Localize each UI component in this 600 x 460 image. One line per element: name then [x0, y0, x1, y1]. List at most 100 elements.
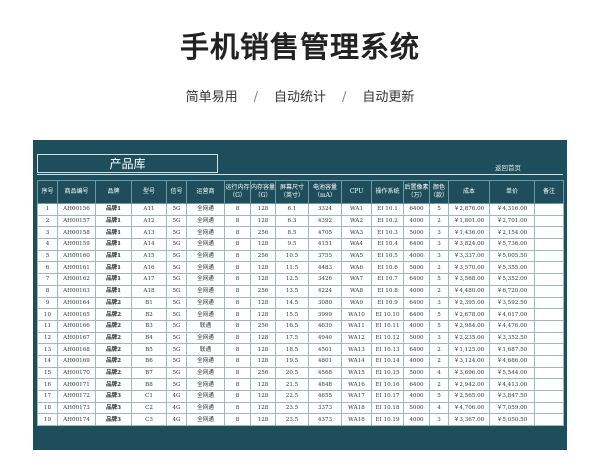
- table-cell[interactable]: 8: [224, 354, 251, 368]
- table-cell[interactable]: [534, 354, 564, 368]
- table-cell[interactable]: 5G: [166, 343, 187, 356]
- table-cell[interactable]: 6400: [403, 343, 430, 356]
- table-cell[interactable]: EI 10.7: [371, 273, 404, 286]
- table-cell[interactable]: A15: [131, 249, 167, 263]
- table-cell[interactable]: ￥3,570.00: [448, 261, 490, 275]
- table-cell[interactable]: WA15: [341, 366, 372, 380]
- table-cell[interactable]: 4483: [308, 261, 342, 275]
- table-cell[interactable]: 全网通: [186, 238, 225, 251]
- table-cell[interactable]: ￥6,720.00: [489, 284, 535, 298]
- table-cell[interactable]: 10: [37, 308, 58, 321]
- table-cell[interactable]: 5G: [166, 308, 187, 321]
- table-cell[interactable]: EI 10.16: [371, 378, 404, 391]
- table-cell[interactable]: EI 10.3: [371, 226, 404, 240]
- table-cell[interactable]: 全网通: [186, 354, 225, 368]
- table-cell[interactable]: 全网通: [186, 284, 225, 298]
- table-cell[interactable]: ￥3,568.00: [448, 273, 490, 286]
- table-cell[interactable]: 128: [250, 401, 276, 415]
- table-cell[interactable]: 品牌2: [95, 354, 132, 368]
- table-cell[interactable]: 1: [37, 203, 58, 216]
- table-cell[interactable]: EI 10.18: [371, 401, 404, 415]
- table-cell[interactable]: [534, 319, 564, 333]
- table-cell[interactable]: 8: [224, 261, 251, 275]
- table-cell[interactable]: 8: [37, 284, 58, 298]
- table-cell[interactable]: 5000: [403, 331, 430, 345]
- table-cell[interactable]: 4: [429, 401, 449, 415]
- table-cell[interactable]: 14.5: [275, 296, 309, 310]
- table-cell[interactable]: 22.5: [275, 390, 309, 403]
- table-cell[interactable]: 16.5: [275, 319, 309, 333]
- table-cell[interactable]: 全网通: [186, 401, 225, 415]
- table-cell[interactable]: 4801: [308, 354, 342, 368]
- table-cell[interactable]: 16: [37, 378, 58, 391]
- table-cell[interactable]: 8: [224, 214, 251, 228]
- table-cell[interactable]: [534, 331, 564, 345]
- table-cell[interactable]: WA11: [341, 319, 372, 333]
- table-cell[interactable]: 品牌1: [95, 284, 132, 298]
- table-cell[interactable]: ￥3,367.00: [448, 413, 490, 427]
- table-cell[interactable]: 全网通: [186, 366, 225, 380]
- table-cell[interactable]: ￥3,124.00: [448, 354, 490, 368]
- table-cell[interactable]: 6.3: [275, 214, 309, 228]
- table-cell[interactable]: B1: [131, 296, 167, 310]
- table-cell[interactable]: 5000: [403, 261, 430, 275]
- table-cell[interactable]: WA10: [341, 308, 372, 321]
- table-cell[interactable]: 全网通: [186, 203, 225, 216]
- table-cell[interactable]: A18: [131, 284, 167, 298]
- table-cell[interactable]: 4000: [403, 390, 430, 403]
- table-cell[interactable]: AH00159: [57, 238, 96, 251]
- table-cell[interactable]: ￥3,352.50: [489, 331, 535, 345]
- table-cell[interactable]: 3373: [308, 401, 342, 415]
- table-cell[interactable]: 全网通: [186, 273, 225, 286]
- table-cell[interactable]: ￥2,395.00: [448, 296, 490, 310]
- table-cell[interactable]: WA7: [341, 273, 372, 286]
- table-cell[interactable]: EI 10.17: [371, 390, 404, 403]
- table-cell[interactable]: WA6: [341, 261, 372, 275]
- table-cell[interactable]: 19: [37, 413, 58, 427]
- table-cell[interactable]: ￥7,059.00: [489, 401, 535, 415]
- table-cell[interactable]: 9: [37, 296, 58, 310]
- table-cell[interactable]: 4151: [308, 238, 342, 251]
- table-cell[interactable]: 4: [37, 238, 58, 251]
- table-cell[interactable]: 5G: [166, 296, 187, 310]
- table-cell[interactable]: [534, 273, 564, 286]
- table-cell[interactable]: C1: [131, 390, 167, 403]
- table-cell[interactable]: 9.5: [275, 238, 309, 251]
- table-cell[interactable]: 5G: [166, 319, 187, 333]
- table-cell[interactable]: ￥2,678.00: [448, 308, 490, 321]
- table-cell[interactable]: WA18: [341, 413, 372, 427]
- table-cell[interactable]: [534, 249, 564, 263]
- table-cell[interactable]: 5G: [166, 249, 187, 263]
- table-cell[interactable]: EI 10.5: [371, 249, 404, 263]
- table-cell[interactable]: ￥2,942.00: [448, 378, 490, 391]
- table-cell[interactable]: 全网通: [186, 390, 225, 403]
- table-cell[interactable]: ￥5,050.50: [489, 413, 535, 427]
- table-cell[interactable]: [534, 343, 564, 356]
- table-cell[interactable]: WA3: [341, 226, 372, 240]
- table-cell[interactable]: WA18: [341, 401, 372, 415]
- table-cell[interactable]: 6400: [403, 296, 430, 310]
- table-cell[interactable]: 4G: [166, 413, 187, 427]
- table-cell[interactable]: 256: [250, 366, 276, 380]
- table-cell[interactable]: A13: [131, 226, 167, 240]
- table-cell[interactable]: 4568: [308, 366, 342, 380]
- table-cell[interactable]: 128: [250, 214, 276, 228]
- table-cell[interactable]: 5: [429, 308, 449, 321]
- table-cell[interactable]: ￥2,701.00: [489, 214, 535, 228]
- table-cell[interactable]: 128: [250, 331, 276, 345]
- table-cell[interactable]: AH00161: [57, 261, 96, 275]
- table-cell[interactable]: 8: [224, 238, 251, 251]
- table-cell[interactable]: AH00172: [57, 390, 96, 403]
- table-cell[interactable]: AH00156: [57, 203, 96, 216]
- table-cell[interactable]: 品牌2: [95, 308, 132, 321]
- table-cell[interactable]: WA8: [341, 284, 372, 298]
- table-cell[interactable]: [534, 261, 564, 275]
- table-cell[interactable]: ￥4,706.00: [448, 401, 490, 415]
- table-cell[interactable]: ￥4,017.00: [489, 308, 535, 321]
- table-cell[interactable]: [534, 390, 564, 403]
- table-cell[interactable]: 128: [250, 308, 276, 321]
- table-cell[interactable]: 2: [429, 284, 449, 298]
- table-cell[interactable]: 8: [224, 273, 251, 286]
- table-cell[interactable]: B2: [131, 308, 167, 321]
- table-cell[interactable]: 2: [429, 378, 449, 391]
